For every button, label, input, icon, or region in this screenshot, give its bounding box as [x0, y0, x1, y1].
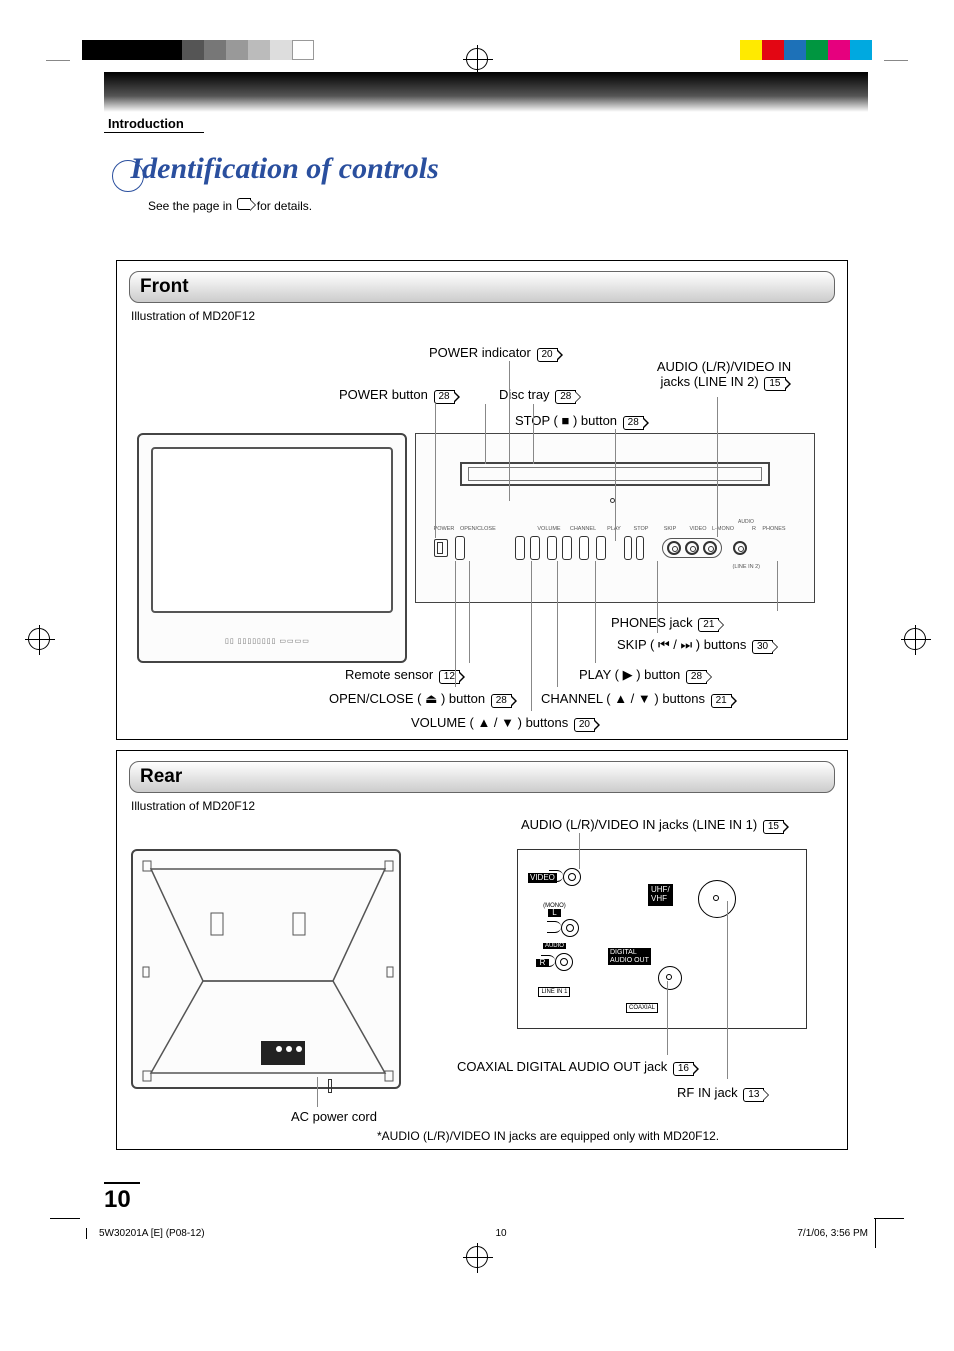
play-btn-icon — [579, 536, 589, 560]
page-number: 10 — [104, 1182, 140, 1214]
ch-up-btn-icon — [562, 536, 572, 560]
jack-label-audio: AUDIO — [543, 943, 566, 949]
label-phones: PHONES jack 21 — [611, 615, 721, 632]
stop-btn-icon — [596, 536, 606, 560]
linein2-label: (LINE IN 2) — [732, 564, 760, 570]
btn-label-row: POWER OPEN/CLOSE VOLUME CHANNEL PLAY STO… — [432, 526, 804, 532]
label-power-button: POWER button 28 — [339, 387, 457, 404]
phones-jack-icon — [733, 541, 747, 555]
panel-heading: Front — [129, 271, 835, 303]
label-stop: STOP ( ■ ) button 28 — [515, 413, 646, 430]
audio-l-jack-icon — [685, 541, 699, 555]
tv-badge: ▯▯ ▯▯▯▯▯▯▯▯ ▭▭▭▭ — [225, 637, 310, 645]
jack-label-l: L — [548, 909, 560, 917]
rear-jack-panel: VIDEO (MONO) L AUDIO R LINE IN 1 UHF/ VH… — [517, 849, 807, 1029]
page-ref-icon — [237, 198, 251, 210]
tv-rear-illustration — [131, 849, 401, 1089]
label-audio-in: AUDIO (L/R)/VIDEO IN jacks (LINE IN 2) 1… — [639, 359, 809, 391]
tv-rear-svg — [133, 851, 403, 1091]
panel-subtitle: Illustration of MD20F12 — [131, 309, 833, 323]
tv-screen — [151, 447, 393, 613]
audio-r-rca-icon — [555, 953, 573, 971]
panel-heading: Rear — [129, 761, 835, 793]
label-play: PLAY ( ▶ ) button 28 — [579, 667, 709, 684]
registration-mark-icon — [466, 1246, 488, 1268]
audio-l-rca-icon — [561, 919, 579, 937]
label-power-indicator: POWER indicator 20 — [429, 345, 560, 362]
label-ac-cord: AC power cord — [291, 1109, 377, 1124]
audio-r-jack-icon — [703, 541, 717, 555]
label-audio-in1: AUDIO (L/R)/VIDEO IN jacks (LINE IN 1) 1… — [521, 817, 786, 834]
label-channel: CHANNEL ( ▲ / ▼ ) buttons 21 — [541, 691, 734, 708]
power-btn-icon — [434, 539, 448, 557]
skip-next-btn-icon — [636, 536, 644, 560]
front-panel: Front Illustration of MD20F12 POWER indi… — [116, 260, 848, 740]
vol-up-btn-icon — [530, 536, 540, 560]
color-bars-left — [82, 40, 314, 60]
footer: 5W30201A [E] (P08-12) 10 7/1/06, 3:56 PM — [86, 1228, 868, 1239]
section-label: Introduction — [108, 116, 184, 131]
video-rca-icon — [563, 868, 581, 886]
label-skip: SKIP ( ⏮ / ⏭ ) buttons 30 — [617, 637, 775, 654]
header-gradient — [104, 72, 868, 112]
video-jack-icon — [667, 541, 681, 555]
footer-center: 10 — [495, 1228, 506, 1239]
coax-jack-icon — [658, 966, 682, 990]
jack-label-linein1: LINE IN 1 — [538, 987, 570, 997]
ch-down-btn-icon — [547, 536, 557, 560]
divider — [104, 132, 204, 133]
color-bars-right — [740, 40, 872, 60]
rear-footnote: *AUDIO (L/R)/VIDEO IN jacks are equipped… — [377, 1129, 719, 1143]
skip-prev-btn-icon — [624, 536, 632, 560]
label-disc-tray: Disc tray 28 — [499, 387, 578, 404]
jack-label-digital: DIGITAL AUDIO OUT — [608, 948, 651, 965]
label-coax: COAXIAL DIGITAL AUDIO OUT jack 16 — [457, 1059, 696, 1076]
label-rf: RF IN jack 13 — [677, 1085, 766, 1102]
vol-down-btn-icon — [515, 536, 525, 560]
tv-front-illustration: ▯▯ ▯▯▯▯▯▯▯▯ ▭▭▭▭ — [137, 433, 407, 663]
rear-panel: Rear Illustration of MD20F12 AUDIO (L/R)… — [116, 750, 848, 1150]
footer-right: 7/1/06, 3:56 PM — [797, 1228, 868, 1239]
page-title: Identification of controls — [112, 152, 439, 190]
footer-left: 5W30201A [E] (P08-12) — [99, 1228, 205, 1239]
jack-label-uhfvhf: UHF/ VHF — [648, 884, 673, 906]
rf-jack-icon — [698, 880, 736, 918]
registration-mark-icon — [28, 628, 50, 650]
label-openclose: OPEN/CLOSE ( ⏏ ) button 28 — [329, 691, 514, 708]
title-bullet-icon — [112, 160, 144, 192]
panel-subtitle: Illustration of MD20F12 — [131, 799, 833, 813]
jack-label-coaxial: COAXIAL — [626, 996, 658, 1014]
registration-mark-icon — [466, 48, 488, 70]
registration-mark-icon — [904, 628, 926, 650]
openclose-btn-icon — [455, 536, 465, 560]
title-subtitle: See the page in for details. — [148, 198, 312, 213]
label-volume: VOLUME ( ▲ / ▼ ) buttons 20 — [411, 715, 597, 732]
label-remote: Remote sensor 12 — [345, 667, 462, 684]
